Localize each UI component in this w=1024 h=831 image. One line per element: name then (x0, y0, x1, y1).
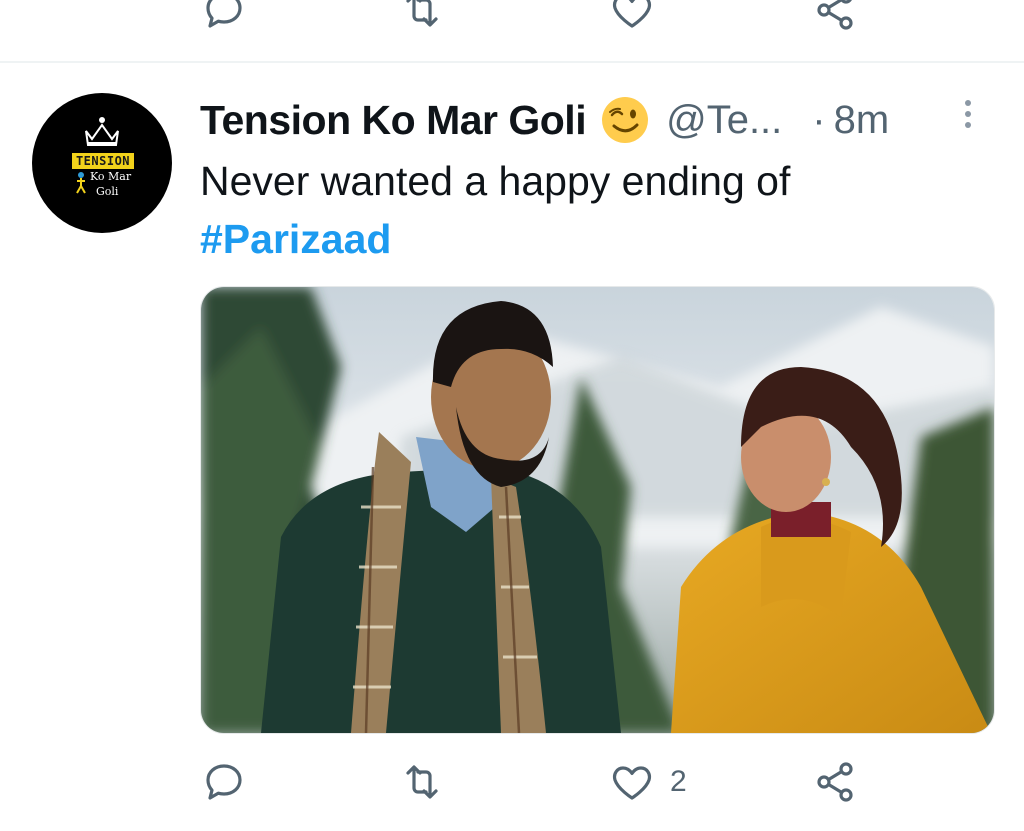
reply-button[interactable] (200, 752, 262, 812)
retweet-icon (406, 765, 438, 799)
tweet-header: Tension Ko Mar Goli @Te... · 8m (200, 92, 980, 148)
reply-icon (206, 0, 242, 28)
share-button[interactable] (812, 0, 860, 40)
share-button[interactable] (812, 752, 874, 812)
tweet-media-image[interactable] (200, 286, 995, 734)
more-options-icon (965, 100, 971, 106)
heart-icon (612, 766, 652, 800)
like-button[interactable] (608, 0, 656, 40)
retweet-icon (406, 0, 438, 27)
figure-icon (76, 172, 86, 194)
tweet-text: Never wanted a happy ending of #Parizaad (200, 152, 980, 268)
avatar-logo-subtitle: Ko Mar (90, 170, 132, 183)
tweet-body: Never wanted a happy ending of (200, 158, 791, 204)
winking-face-emoji-icon (602, 97, 649, 143)
hashtag-link[interactable]: #Parizaad (200, 210, 980, 268)
share-icon (817, 0, 853, 30)
share-icon (817, 762, 853, 802)
media-photo (201, 287, 994, 733)
reply-icon (206, 764, 242, 800)
avatar-logo-title: TENSION (72, 153, 134, 169)
retweet-button[interactable] (398, 752, 460, 812)
avatar-logo-subtitle-2: Goli (96, 185, 119, 198)
like-count: 2 (670, 765, 687, 798)
retweet-button[interactable] (398, 0, 446, 40)
avatar[interactable]: TENSION Ko Mar Goli (32, 93, 172, 233)
tweet-divider (0, 61, 1024, 63)
more-options-button[interactable] (958, 97, 978, 137)
tweet-timestamp[interactable]: 8m (834, 98, 890, 143)
header-separator: · (812, 97, 826, 142)
tweet-action-bar: 2 (0, 752, 1024, 812)
reply-button[interactable] (200, 0, 248, 40)
crown-icon (85, 117, 119, 146)
display-name[interactable]: Tension Ko Mar Goli (200, 97, 587, 144)
user-handle[interactable]: @Te... (666, 98, 782, 143)
like-button[interactable]: 2 (608, 752, 687, 812)
previous-tweet-action-bar (0, 0, 1024, 40)
heart-icon (612, 0, 652, 28)
